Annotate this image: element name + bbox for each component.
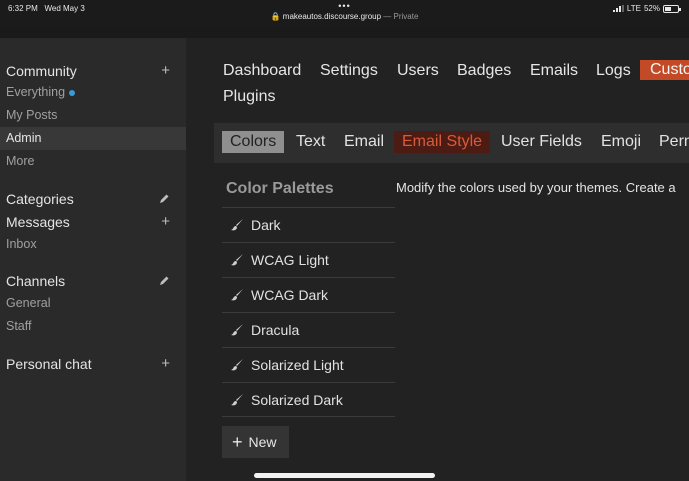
new-palette-label: New	[248, 434, 277, 450]
tab-permalinks[interactable]: Perm	[651, 131, 689, 153]
address-bar[interactable]: 🔒 makeautos.discourse.group — Private	[0, 12, 689, 21]
sidebar-item-more[interactable]: More	[0, 150, 186, 173]
palette-item-wcag-light[interactable]: WCAG Light	[222, 242, 395, 277]
sidebar-item-inbox[interactable]: Inbox	[0, 233, 186, 256]
tab-emoji[interactable]: Emoji	[593, 131, 649, 153]
palette-label: WCAG Dark	[251, 287, 328, 303]
tab-email-style[interactable]: Email Style	[394, 131, 491, 153]
sidebar-item-my-posts[interactable]: My Posts	[0, 104, 186, 127]
palette-item-wcag-dark[interactable]: WCAG Dark	[222, 277, 395, 312]
palette-item-solarized-dark[interactable]: Solarized Dark	[222, 382, 395, 417]
admin-nav-users[interactable]: Users	[397, 62, 439, 80]
paintbrush-icon	[231, 324, 243, 336]
status-bar: 6:32 PM Wed May 3 ••• 🔒 makeautos.discou…	[0, 0, 689, 26]
admin-nav-dashboard[interactable]: Dashboard	[223, 62, 301, 80]
paintbrush-icon	[231, 219, 243, 231]
tab-email[interactable]: Email	[336, 131, 392, 153]
palette-item-dracula[interactable]: Dracula	[222, 312, 395, 347]
palette-label: Solarized Dark	[251, 391, 343, 408]
signal-icon	[612, 5, 624, 12]
sidebar: Community + Everything My Posts Admin Mo…	[0, 38, 186, 481]
palette-list: Dark WCAG Light WCAG Dark Dracula Solari…	[222, 207, 395, 417]
community-add-icon[interactable]: +	[161, 62, 170, 79]
admin-nav-customize[interactable]: Custo	[640, 60, 689, 80]
personal-chat-add-icon[interactable]: +	[161, 355, 170, 372]
customize-subnav: Colors Text Email Email Style User Field…	[214, 123, 689, 163]
lock-icon: 🔒	[270, 12, 281, 21]
categories-edit-pencil-icon[interactable]	[158, 193, 170, 205]
sidebar-item-label: Everything	[6, 85, 66, 99]
sidebar-item-staff[interactable]: Staff	[0, 315, 186, 338]
admin-nav-plugins[interactable]: Plugins	[223, 88, 275, 106]
tab-user-fields[interactable]: User Fields	[493, 131, 590, 153]
sidebar-section-community[interactable]: Community	[6, 63, 77, 79]
paintbrush-icon	[231, 254, 243, 266]
network-label: LTE	[626, 4, 641, 13]
battery-fill	[665, 6, 672, 11]
palettes-description: Modify the colors used by your themes. C…	[396, 180, 676, 195]
site-header	[0, 26, 689, 38]
channels-edit-pencil-icon[interactable]	[158, 275, 170, 287]
palette-label: Solarized Light	[251, 357, 344, 373]
tab-text[interactable]: Text	[288, 131, 333, 153]
sidebar-section-categories[interactable]: Categories	[6, 191, 74, 207]
sidebar-section-personal-chat[interactable]: Personal chat	[6, 356, 92, 372]
battery-icon	[663, 4, 681, 13]
paintbrush-icon	[231, 359, 243, 371]
admin-nav-emails[interactable]: Emails	[530, 62, 578, 80]
admin-nav-badges[interactable]: Badges	[457, 62, 511, 80]
unread-dot-icon	[69, 89, 76, 96]
color-palettes-heading: Color Palettes	[226, 180, 334, 197]
palette-item-dark[interactable]: Dark	[222, 207, 395, 242]
tab-colors[interactable]: Colors	[222, 131, 285, 153]
palette-label: Dracula	[251, 322, 300, 338]
sidebar-item-everything[interactable]: Everything	[0, 81, 186, 104]
admin-nav-logs[interactable]: Logs	[596, 62, 631, 80]
home-indicator[interactable]	[254, 473, 435, 478]
sidebar-section-channels[interactable]: Channels	[6, 273, 65, 289]
messages-add-icon[interactable]: +	[161, 213, 170, 230]
paintbrush-icon	[231, 393, 243, 405]
plus-icon: +	[232, 432, 243, 452]
status-indicators: LTE 52%	[612, 4, 681, 13]
sidebar-item-general[interactable]: General	[0, 292, 186, 315]
admin-main: Dashboard Settings Users Badges Emails L…	[186, 38, 689, 481]
battery-label: 52%	[643, 4, 660, 13]
sidebar-item-admin[interactable]: Admin	[0, 127, 186, 150]
admin-nav-settings[interactable]: Settings	[320, 62, 378, 80]
palette-label: WCAG Light	[251, 252, 329, 268]
sidebar-section-messages[interactable]: Messages	[6, 214, 70, 230]
url-text: makeautos.discourse.group	[282, 12, 382, 21]
palette-item-solarized-light[interactable]: Solarized Light	[222, 347, 395, 382]
paintbrush-icon	[231, 289, 243, 301]
new-palette-button[interactable]: + New	[222, 426, 289, 458]
tab-dots[interactable]: •••	[0, 1, 689, 11]
palette-label: Dark	[251, 217, 281, 233]
private-label: — Private	[383, 12, 419, 21]
